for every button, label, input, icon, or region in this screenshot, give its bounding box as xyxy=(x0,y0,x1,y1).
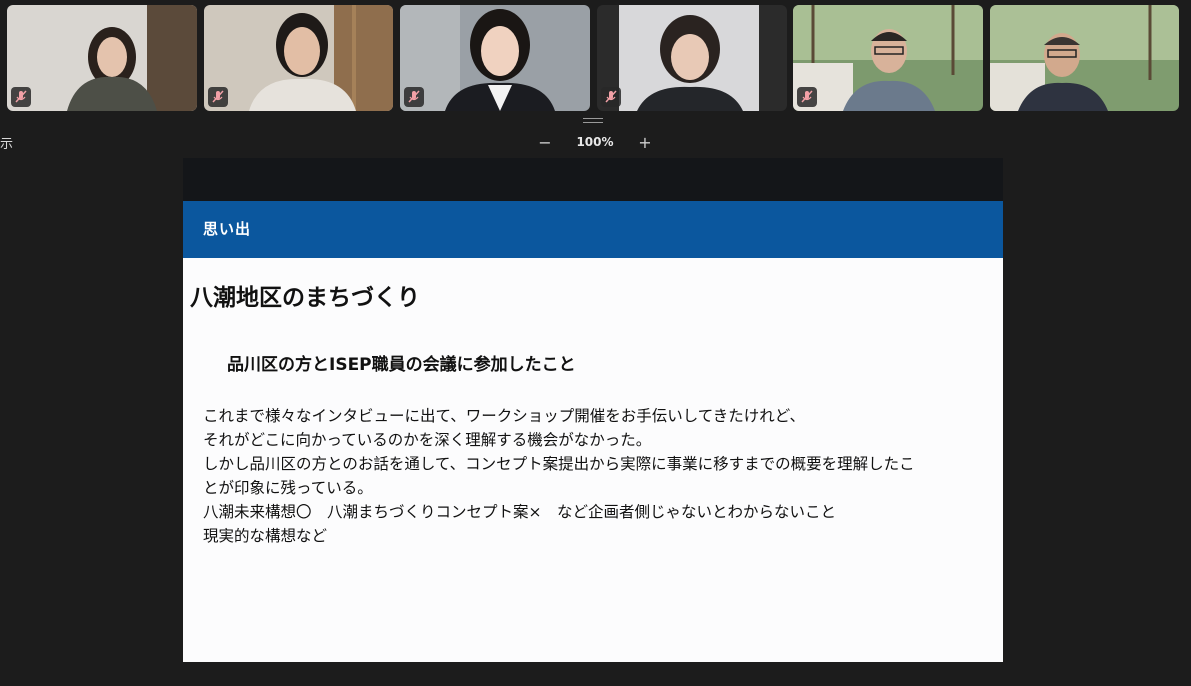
slide-body-line: 現実的な構想など xyxy=(203,527,328,545)
mic-muted-icon xyxy=(11,87,31,107)
participant-tile-1[interactable] xyxy=(7,5,197,111)
slide-body-line: それがどこに向かっているのかを深く理解する機会がなかった。 xyxy=(203,431,652,449)
slide-body-line: これまで様々なインタビューに出て、ワークショップ開催をお手伝いしてきたけれど、 xyxy=(203,407,806,425)
video-feed xyxy=(990,5,1179,111)
participant-strip xyxy=(0,0,1191,116)
slide-banner-title: 思い出 xyxy=(203,220,252,238)
zoom-level: 100% xyxy=(576,135,614,149)
slide-banner: 思い出 xyxy=(183,201,1003,258)
video-feed xyxy=(400,5,590,111)
participant-tile-4[interactable] xyxy=(597,5,787,111)
slide-body-line: しかし品川区の方とのお話を通して、コンセプト案提出から実際に事業に移すまでの概要… xyxy=(203,455,915,473)
zoom-control: − 100% + xyxy=(535,131,655,153)
video-feed xyxy=(793,5,983,111)
participant-tile-5[interactable] xyxy=(793,5,983,111)
zoom-out-button[interactable]: − xyxy=(535,133,555,152)
shared-slide: 思い出 八潮地区のまちづくり 品川区の方とISEP職員の会議に参加したこと これ… xyxy=(183,158,1003,662)
mic-muted-icon xyxy=(601,87,621,107)
mic-muted-icon xyxy=(208,87,228,107)
zoom-in-button[interactable]: + xyxy=(635,133,655,152)
slide-body: これまで様々なインタビューに出て、ワークショップ開催をお手伝いしてきたけれど、 … xyxy=(203,404,995,548)
participant-tile-6[interactable] xyxy=(990,5,1179,111)
slide-content: 八潮地区のまちづくり 品川区の方とISEP職員の会議に参加したこと これまで様々… xyxy=(183,258,1003,662)
video-feed xyxy=(204,5,393,111)
mic-muted-icon xyxy=(404,87,424,107)
slide-body-line: 八潮未来構想〇 八潮まちづくりコンセプト案× など企画者側じゃないとわからないこ… xyxy=(203,503,836,521)
video-feed xyxy=(597,5,787,111)
slide-heading: 八潮地区のまちづくり xyxy=(190,285,420,311)
drag-handle-icon[interactable] xyxy=(583,118,603,123)
mic-muted-icon xyxy=(797,87,817,107)
slide-subheading: 品川区の方とISEP職員の会議に参加したこと xyxy=(227,355,576,375)
slide-top-band xyxy=(183,158,1003,201)
truncated-label: 示 xyxy=(0,137,14,152)
participant-tile-2[interactable] xyxy=(204,5,393,111)
video-feed xyxy=(7,5,197,111)
participant-tile-3[interactable] xyxy=(400,5,590,111)
slide-body-line: とが印象に残っている。 xyxy=(203,479,373,497)
